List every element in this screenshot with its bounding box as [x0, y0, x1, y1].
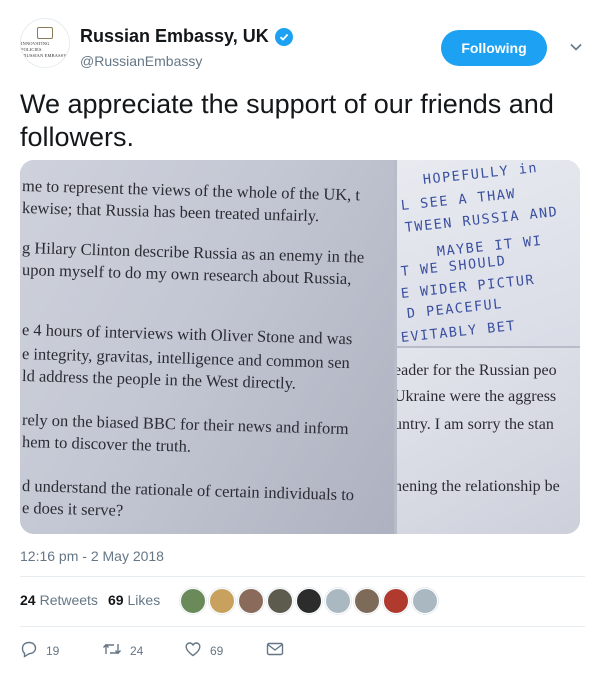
handwriting-line: HOPEFULLY in: [422, 160, 539, 188]
letter-right-line: eader for the Russian peo: [397, 362, 557, 379]
like-action[interactable]: 69: [184, 640, 266, 661]
retweet-action[interactable]: 24: [102, 640, 184, 661]
avatar-line-2: RUSSIAN EMBASSY: [23, 53, 67, 58]
tweet-text: We appreciate the support of our friends…: [20, 89, 554, 152]
divider-bottom: [20, 626, 585, 627]
liker-avatar[interactable]: [209, 588, 235, 614]
letter-right-line: hening the relationship be: [397, 478, 560, 495]
retweet-count: 24: [130, 643, 144, 658]
letter-left-line: e does it serve?: [21, 498, 124, 520]
reply-action[interactable]: 19: [20, 640, 102, 661]
tweet-timestamp[interactable]: 12:16 pm - 2 May 2018: [20, 548, 164, 564]
photo-letter-right[interactable]: eader for the Russian peo Ukraine were th…: [397, 348, 580, 534]
liker-avatar[interactable]: [383, 588, 409, 614]
tweet-header: INNOVATING POLICIES RUSSIAN EMBASSY Russ…: [20, 18, 585, 78]
liker-avatar[interactable]: [296, 588, 322, 614]
like-count: 69: [210, 643, 224, 658]
liker-avatar[interactable]: [325, 588, 351, 614]
crest-icon: [37, 27, 53, 39]
likes-stat[interactable]: 69 Likes: [108, 592, 160, 608]
chevron-down-icon[interactable]: [569, 40, 583, 54]
likes-count: 69: [107, 592, 124, 608]
avatar[interactable]: INNOVATING POLICIES RUSSIAN EMBASSY: [20, 18, 70, 68]
retweets-count: 24: [20, 592, 36, 608]
likers-avatars: [180, 588, 438, 614]
divider-top: [20, 576, 585, 577]
letter-right-line: Ukraine were the aggress: [397, 388, 557, 405]
envelope-icon[interactable]: [266, 641, 284, 660]
letter-right-line: untry. I am sorry the stan: [397, 416, 554, 433]
retweets-label: Retweets: [39, 592, 98, 608]
tweet-actions: 19 24 69: [20, 640, 284, 661]
reply-count: 19: [46, 643, 60, 658]
account-names: Russian Embassy, UK @RussianEmbassy: [80, 26, 293, 69]
direct-message-action[interactable]: [266, 641, 284, 660]
liker-avatar[interactable]: [412, 588, 438, 614]
verified-badge-icon: [274, 27, 293, 46]
display-name[interactable]: Russian Embassy, UK: [80, 26, 269, 47]
handwriting-line: EVITABLY BET: [400, 317, 517, 346]
liker-avatar[interactable]: [267, 588, 293, 614]
retweets-stat[interactable]: 24 Retweets: [20, 592, 98, 608]
display-name-row[interactable]: Russian Embassy, UK: [80, 26, 293, 47]
retweet-icon[interactable]: [102, 640, 122, 661]
reply-icon[interactable]: [20, 640, 38, 661]
likes-label: Likes: [127, 592, 161, 608]
avatar-line-1: INNOVATING POLICIES: [21, 41, 50, 52]
following-button[interactable]: Following: [441, 30, 547, 66]
liker-avatar[interactable]: [180, 588, 206, 614]
photo-letter-left[interactable]: me to represent the views of the whole o…: [20, 160, 394, 534]
letter-left-line: hem to discover the truth.: [21, 432, 192, 456]
liker-avatar[interactable]: [354, 588, 380, 614]
engagement-stats: 24 Retweets 69 Likes: [20, 592, 160, 608]
media-grid[interactable]: me to represent the views of the whole o…: [20, 160, 580, 534]
account-handle[interactable]: @RussianEmbassy: [80, 53, 293, 69]
photo-handwritten-note[interactable]: HOPEFULLY in L SEE A THAW TWEEN RUSSIA AND…: [397, 160, 580, 346]
liker-avatar[interactable]: [238, 588, 264, 614]
heart-icon[interactable]: [184, 640, 202, 661]
